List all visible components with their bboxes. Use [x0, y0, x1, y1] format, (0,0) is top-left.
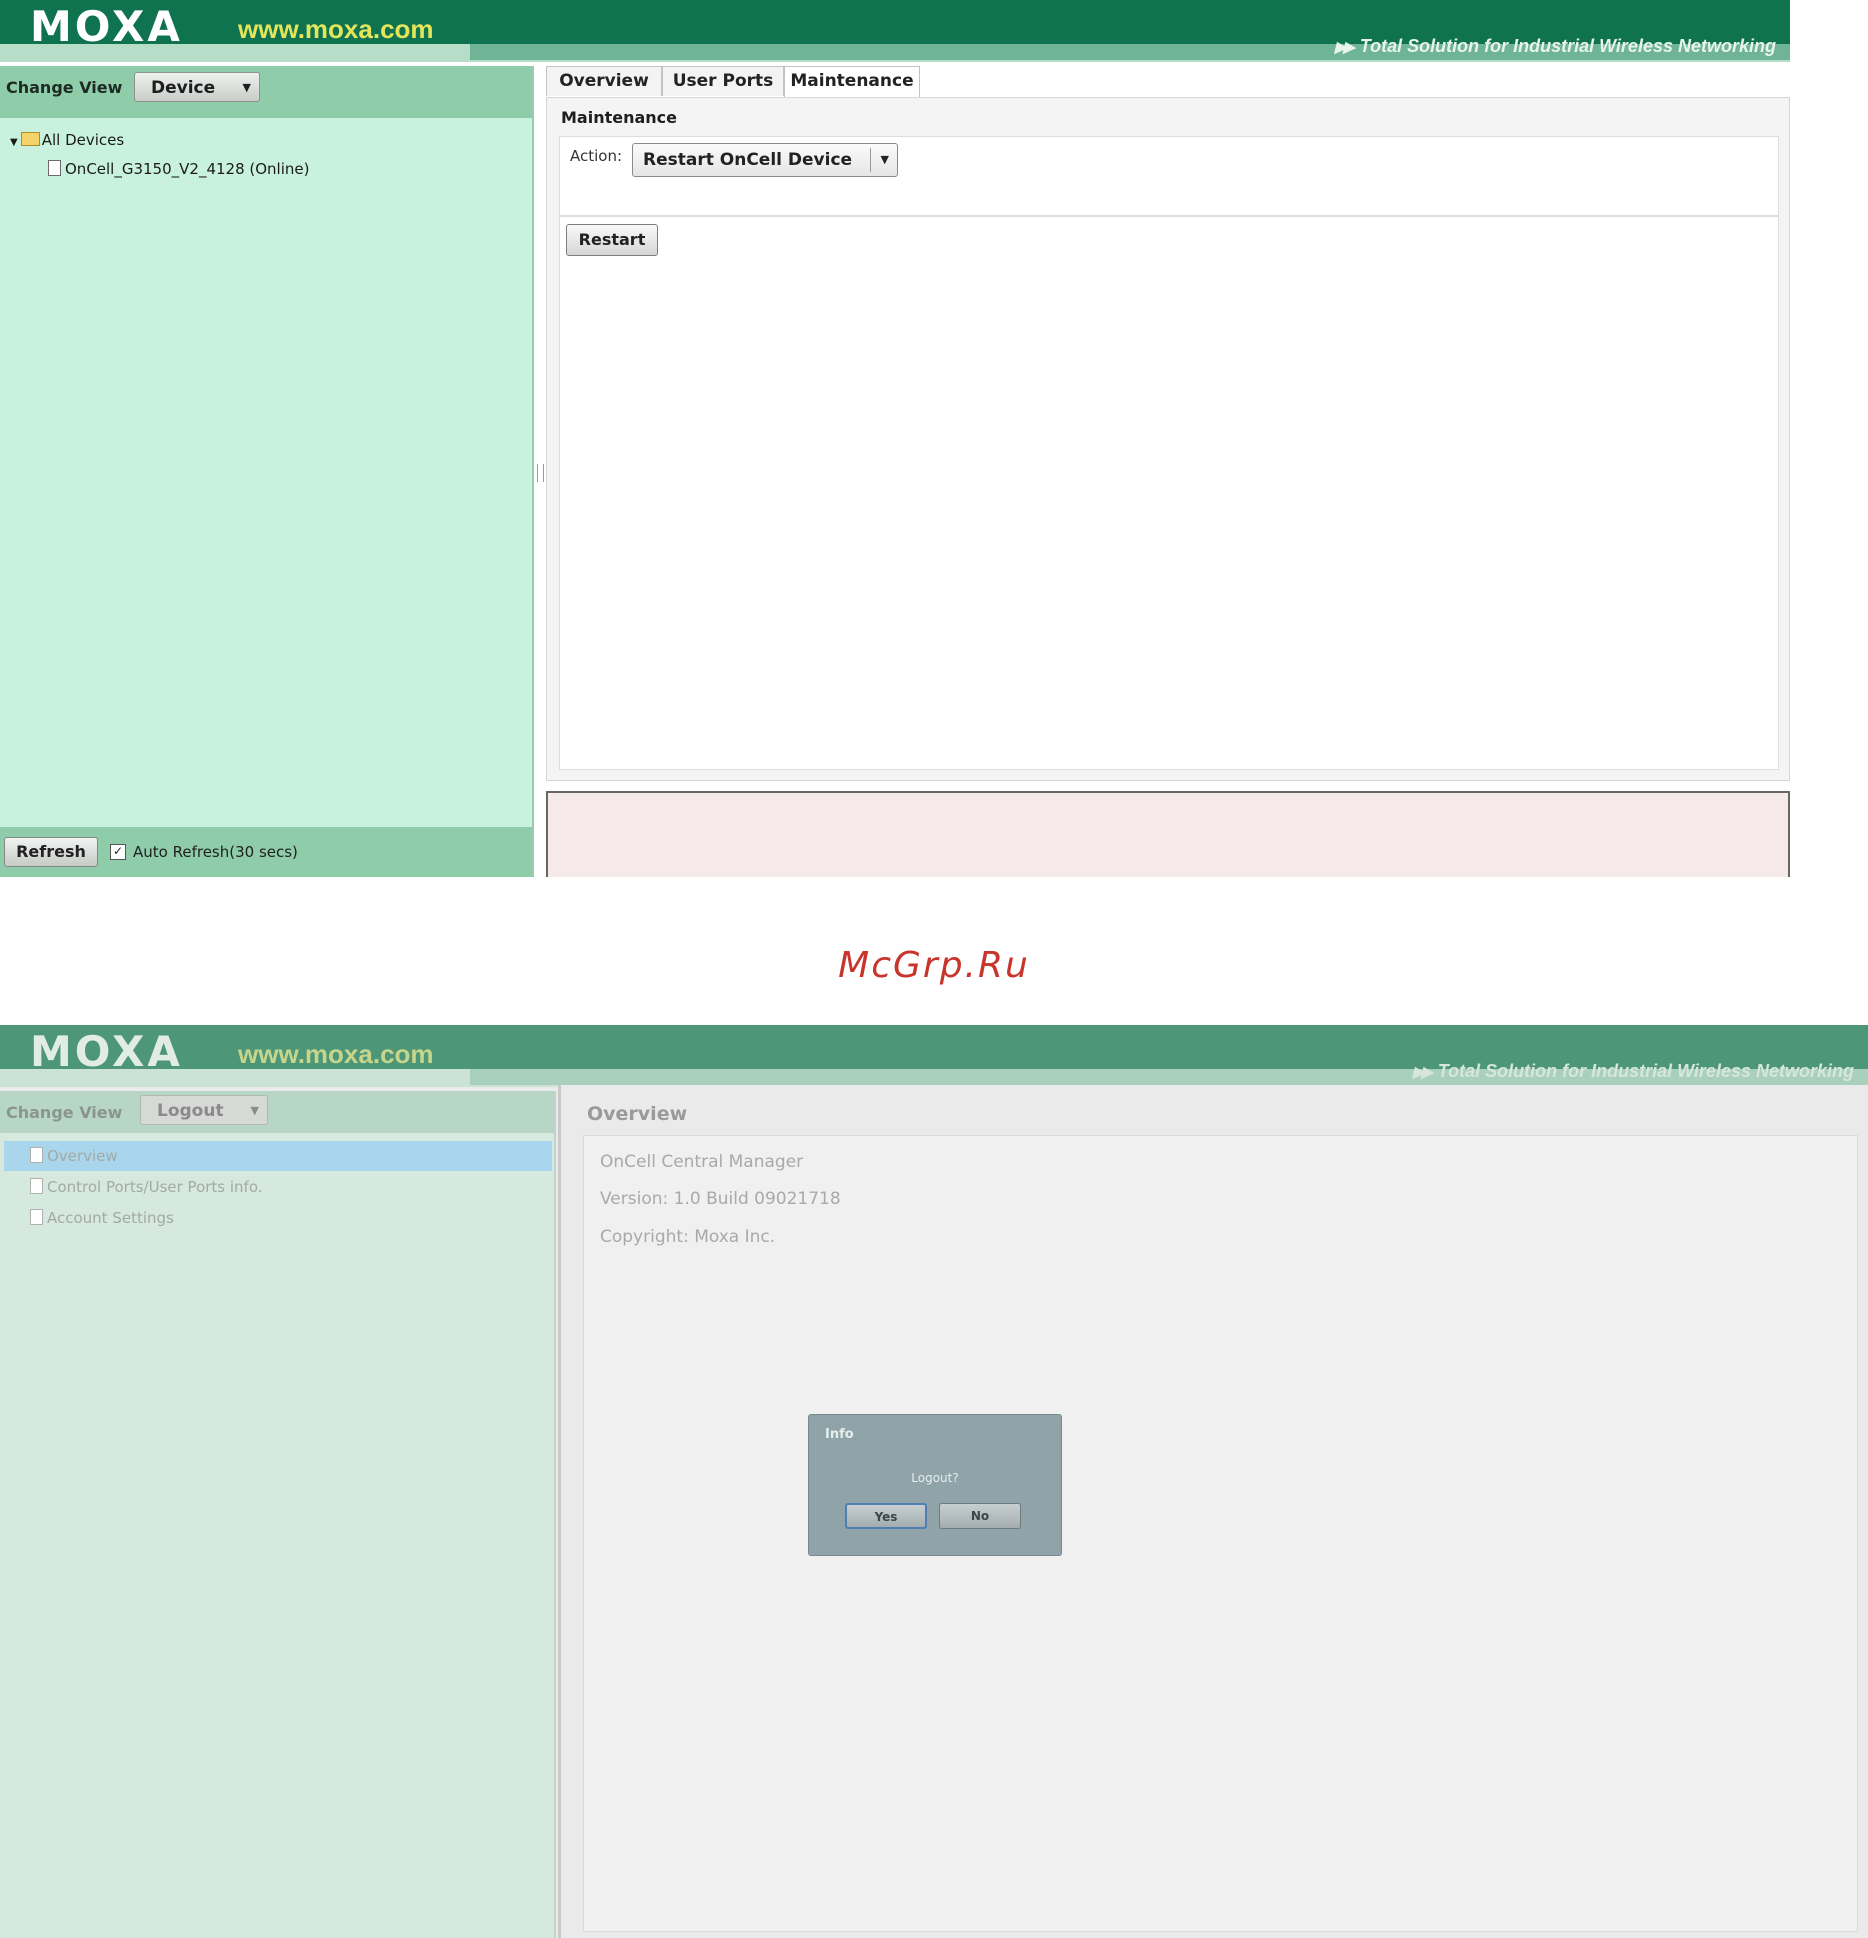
maintenance-panel: Maintenance Action: Restart OnCell Devic…	[546, 97, 1790, 781]
document-icon	[48, 160, 61, 176]
change-view-bar: Change View Device ▼	[0, 66, 532, 118]
tagline: ▶▶ Total Solution for Industrial Wireless…	[1412, 1061, 1854, 1081]
chevron-down-icon: ▼	[242, 81, 251, 94]
maintenance-form: Action: Restart OnCell Device ▼ Restart	[559, 136, 1779, 770]
overview-panel: Overview OnCell Central Manager Version:…	[558, 1085, 1868, 1938]
refresh-bar: Refresh ✓ Auto Refresh(30 secs)	[0, 827, 532, 877]
section-title: Maintenance	[561, 108, 678, 127]
double-chevron-icon: ▶▶	[1334, 39, 1355, 56]
action-select[interactable]: Restart OnCell Device ▼	[632, 143, 898, 177]
document-icon	[30, 1209, 43, 1225]
dialog-message: Logout?	[911, 1471, 959, 1485]
device-tree-panel: Change View Device ▼ ▼ All Devices OnCell…	[0, 66, 534, 877]
tagline: ▶▶ Total Solution for Industrial Wireless…	[1334, 36, 1776, 56]
moxa-url: www.moxa.com	[238, 1039, 434, 1069]
divider	[560, 215, 1778, 217]
splitter-grip-icon[interactable]	[537, 464, 544, 482]
moxa-logo: MOXA	[30, 1027, 183, 1076]
action-label: Action:	[570, 147, 623, 165]
folder-icon	[20, 132, 40, 146]
tab-maintenance[interactable]: Maintenance	[784, 66, 920, 98]
tab-overview[interactable]: Overview	[546, 66, 662, 96]
document-icon	[30, 1178, 43, 1194]
nav-panel: Change View Logout ▼ Overview Control Po…	[0, 1091, 556, 1938]
screenshot-maintenance: MOXA www.moxa.com ▶▶ Total Solution for I…	[0, 0, 1790, 877]
dialog-title: Info	[825, 1427, 854, 1442]
nav-item-overview[interactable]: Overview	[30, 1147, 118, 1165]
chevron-down-icon: ▼	[250, 1104, 259, 1117]
tab-user-ports[interactable]: User Ports	[662, 66, 784, 96]
logout-dialog: Info Logout? Yes No	[808, 1414, 1062, 1556]
panel-title: Overview	[587, 1103, 688, 1125]
change-view-label: Change View	[6, 1103, 123, 1122]
copyright-text: Copyright: Moxa Inc.	[600, 1227, 776, 1247]
yes-button[interactable]: Yes	[845, 1503, 927, 1529]
restart-button[interactable]: Restart	[566, 224, 658, 256]
moxa-url: www.moxa.com	[238, 14, 434, 44]
overview-content: OnCell Central Manager Version: 1.0 Buil…	[583, 1135, 1858, 1932]
tree-node-device[interactable]: OnCell_G3150_V2_4128 (Online)	[48, 160, 309, 178]
app-header: MOXA www.moxa.com ▶▶ Total Solution for I…	[0, 1025, 1868, 1087]
watermark-text: McGrp.Ru	[838, 945, 1030, 986]
document-icon	[30, 1147, 43, 1163]
change-view-label: Change View	[6, 78, 123, 97]
no-button[interactable]: No	[939, 1503, 1021, 1529]
log-area	[546, 791, 1790, 877]
nav-item-control-ports[interactable]: Control Ports/User Ports info.	[30, 1178, 263, 1196]
change-view-bar: Change View Logout ▼	[0, 1091, 554, 1133]
chevron-down-icon: ▼	[880, 153, 889, 166]
checkmark-icon: ✓	[112, 844, 124, 858]
version-text: Version: 1.0 Build 09021718	[600, 1189, 841, 1209]
product-name: OnCell Central Manager	[600, 1152, 804, 1172]
change-view-dropdown[interactable]: Logout ▼	[140, 1095, 268, 1125]
auto-refresh-label: Auto Refresh(30 secs)	[133, 843, 298, 861]
nav-item-account-settings[interactable]: Account Settings	[30, 1209, 174, 1227]
refresh-button[interactable]: Refresh	[4, 837, 98, 867]
change-view-dropdown[interactable]: Device ▼	[134, 72, 260, 102]
expand-triangle-icon[interactable]: ▼	[10, 137, 18, 148]
double-chevron-icon: ▶▶	[1412, 1064, 1433, 1081]
moxa-logo: MOXA	[30, 2, 183, 51]
auto-refresh-checkbox[interactable]: ✓	[110, 844, 126, 860]
app-header: MOXA www.moxa.com ▶▶ Total Solution for I…	[0, 0, 1790, 62]
tree-node-all-devices[interactable]: ▼ All Devices	[10, 131, 124, 149]
